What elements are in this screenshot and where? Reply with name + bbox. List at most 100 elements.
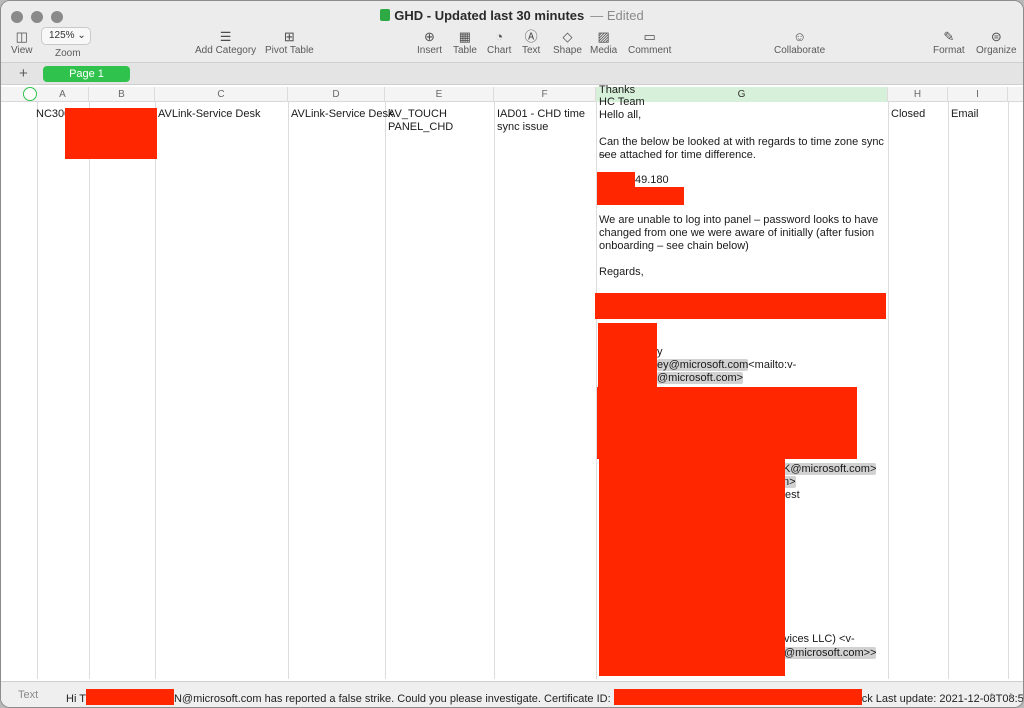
- numbers-window: GHD - Updated last 30 minutes — Edited ◫ …: [0, 0, 1024, 708]
- chart-icon: ◔: [495, 29, 504, 44]
- view-label: View: [11, 45, 33, 56]
- cell-g-regards: Regards,: [599, 266, 644, 278]
- redaction-block: [598, 323, 657, 391]
- cell-g-greeting: Hello all,: [599, 109, 642, 121]
- column-header-i[interactable]: I: [948, 87, 1008, 102]
- column-header-b[interactable]: B: [89, 87, 155, 102]
- column-header-f[interactable]: F: [494, 87, 596, 102]
- cell-i-channel[interactable]: Email: [951, 108, 979, 121]
- column-header-a[interactable]: A: [37, 87, 89, 102]
- pivot-table-icon: ⊞: [283, 29, 295, 44]
- add-category-button[interactable]: ☰ Add Category: [195, 29, 256, 56]
- media-icon: ▨: [597, 29, 610, 44]
- column-divider: [494, 102, 495, 679]
- comment-icon: ▭: [643, 29, 656, 44]
- redaction-block: [613, 689, 862, 705]
- column-header-c[interactable]: C: [155, 87, 288, 102]
- cell-e-line-2: PANEL_CHD: [388, 121, 454, 133]
- mailto-fragment: <mailto:v-: [748, 359, 797, 371]
- column-divider: [1008, 102, 1009, 679]
- cell-f-line-1: IAD01 - CHD time: [497, 108, 586, 120]
- column-divider: [888, 102, 889, 679]
- cell-g-email-fragment: n>: [783, 476, 883, 489]
- column-divider: [385, 102, 386, 679]
- column-header-h[interactable]: H: [888, 87, 948, 102]
- email-highlight: K@microsoft.com>: [783, 463, 877, 475]
- redaction-block: [597, 387, 857, 459]
- cell-g-text-line: changed from one we were aware of initia…: [599, 227, 875, 239]
- cell-preview-bar: Text Hi T N@microsoft.com has reported a …: [1, 681, 1023, 707]
- cell-g-text-line: onboarding – see chain below): [599, 240, 749, 252]
- cell-g-email-fragment: @microsoft.com>: [657, 372, 857, 385]
- shape-icon: ◇: [562, 29, 573, 44]
- chevron-left-icon[interactable]: ‹: [989, 687, 993, 702]
- organize-label: Organize: [976, 45, 1017, 56]
- zoom-label: Zoom: [55, 48, 81, 59]
- collaborate-label: Collaborate: [774, 45, 826, 56]
- comment-button[interactable]: ▭ Comment: [628, 29, 671, 56]
- sidebar-icon: ◫: [15, 29, 28, 44]
- shape-button[interactable]: ◇ Shape: [553, 29, 582, 56]
- view-button[interactable]: ◫ View: [11, 29, 33, 56]
- cell-e-line-1: AV_TOUCH: [388, 108, 447, 120]
- insert-label: Insert: [417, 45, 443, 56]
- edit-status-label: Edited: [606, 8, 644, 23]
- spreadsheet-grid: NC300 AVLink-Service Desk AVLink-Service…: [1, 84, 1023, 679]
- redaction-block: [597, 172, 635, 188]
- redaction-block: [599, 459, 785, 676]
- table-button[interactable]: ▦ Table: [453, 29, 477, 56]
- add-category-label: Add Category: [195, 45, 257, 56]
- cell-g-ip-fragment: 49.180: [635, 174, 669, 186]
- add-sheet-button[interactable]: +: [19, 65, 28, 82]
- organize-button[interactable]: ⊜ Organize: [976, 29, 1017, 56]
- column-divider: [288, 102, 289, 679]
- cell-c-assignment-group[interactable]: AVLink-Service Desk: [158, 108, 261, 121]
- column-header-e[interactable]: E: [385, 87, 494, 102]
- redaction-block: [595, 293, 886, 319]
- cell-f-line-2: sync issue: [497, 121, 549, 133]
- email-highlight: @microsoft.com>>: [784, 647, 877, 659]
- zoom-select[interactable]: 125% ⌄: [41, 27, 91, 45]
- cell-g-text-fragment: est: [785, 489, 800, 501]
- collaborate-button[interactable]: ☺ Collaborate: [774, 29, 825, 56]
- organize-icon: ⊜: [990, 29, 1002, 44]
- select-all-button[interactable]: [23, 87, 37, 101]
- format-button[interactable]: ✎ Format: [933, 29, 965, 56]
- document-name: GHD - Updated last 30 minutes: [394, 8, 585, 23]
- chart-label: Chart: [487, 45, 512, 56]
- cell-g-email-fragment: y: [657, 346, 663, 358]
- shape-label: Shape: [553, 45, 582, 56]
- chevron-right-icon[interactable]: ›: [1009, 687, 1013, 702]
- paintbrush-icon: ✎: [943, 29, 955, 44]
- cell-preview-text[interactable]: Hi T N@microsoft.com has reported a false…: [66, 689, 1023, 705]
- redaction-block: [65, 108, 157, 159]
- cell-e-category[interactable]: AV_TOUCH PANEL_CHD: [388, 108, 453, 134]
- text-box-icon: Ⓐ: [524, 29, 538, 44]
- media-button[interactable]: ▨ Media: [590, 29, 617, 56]
- media-label: Media: [590, 45, 618, 56]
- pivot-table-button[interactable]: ⊞ Pivot Table: [265, 29, 314, 56]
- collaborate-icon: ☺: [792, 29, 807, 44]
- tab-page-1[interactable]: Page 1: [43, 66, 130, 82]
- format-label: Format: [933, 45, 965, 56]
- toolbar: GHD - Updated last 30 minutes — Edited ◫ …: [1, 1, 1023, 63]
- text-button[interactable]: Ⓐ Text: [522, 29, 540, 56]
- cell-g-email-fragment: ey@microsoft.com<mailto:v-: [657, 359, 857, 372]
- column-divider: [37, 102, 38, 679]
- table-label: Table: [453, 45, 477, 56]
- email-highlight: ey@microsoft.com: [657, 359, 749, 371]
- content-type-label: Text: [18, 689, 39, 701]
- column-divider: [155, 102, 156, 679]
- column-header-d[interactable]: D: [288, 87, 385, 102]
- table-icon: ▦: [458, 29, 472, 44]
- cell-g-text-fragment: vices LLC) <v-: [784, 633, 855, 645]
- cell-d-service-desk[interactable]: AVLink-Service Desk: [291, 108, 394, 121]
- cell-h-status[interactable]: Closed: [891, 108, 925, 121]
- cell-g-email-fragment: K@microsoft.com>: [783, 463, 883, 476]
- text-label: Text: [522, 45, 541, 56]
- cell-f-summary[interactable]: IAD01 - CHD time sync issue: [497, 108, 585, 134]
- insert-button[interactable]: ⊕ Insert: [417, 29, 442, 56]
- chart-button[interactable]: ◔ Chart: [487, 29, 511, 56]
- column-divider: [89, 102, 90, 679]
- list-icon: ☰: [219, 29, 232, 44]
